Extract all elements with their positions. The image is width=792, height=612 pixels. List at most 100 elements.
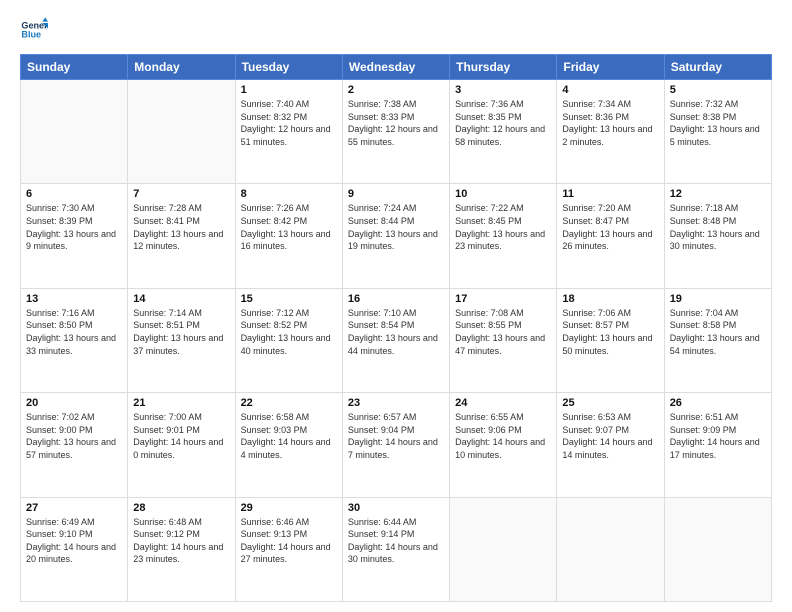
calendar-cell: 29 Sunrise: 6:46 AMSunset: 9:13 PMDayligh…: [235, 497, 342, 601]
svg-text:Blue: Blue: [21, 30, 41, 40]
day-info: Sunrise: 7:34 AMSunset: 8:36 PMDaylight:…: [562, 98, 658, 148]
day-info: Sunrise: 7:16 AMSunset: 8:50 PMDaylight:…: [26, 307, 122, 357]
calendar-cell: [450, 497, 557, 601]
day-info: Sunrise: 6:51 AMSunset: 9:09 PMDaylight:…: [670, 411, 766, 461]
day-info: Sunrise: 7:14 AMSunset: 8:51 PMDaylight:…: [133, 307, 229, 357]
calendar-cell: 30Sunrise: 6:44 AMSunset: 9:14 PMDayligh…: [342, 497, 449, 601]
day-info: Sunrise: 6:57 AMSunset: 9:04 PMDaylight:…: [348, 411, 444, 461]
calendar-cell: 3Sunrise: 7:36 AMSunset: 8:35 PMDaylight…: [450, 80, 557, 184]
week-row-1: 1Sunrise: 7:40 AMSunset: 8:32 PMDaylight…: [21, 80, 772, 184]
day-info: Sunrise: 7:12 AMSunset: 8:52 PMDaylight:…: [241, 307, 337, 357]
weekday-friday: Friday: [557, 55, 664, 80]
calendar-cell: 27 Sunrise: 6:49 AMSunset: 9:10 PMDayligh…: [21, 497, 128, 601]
calendar-cell: 24Sunrise: 6:55 AMSunset: 9:06 PMDayligh…: [450, 393, 557, 497]
calendar-cell: 21 Sunrise: 7:00 AMSunset: 9:01 PMDayligh…: [128, 393, 235, 497]
day-info: Sunrise: 7:10 AMSunset: 8:54 PMDaylight:…: [348, 307, 444, 357]
day-number: 7: [133, 188, 229, 200]
day-number: 24: [455, 397, 551, 409]
day-info: Sunrise: 6:58 AMSunset: 9:03 PMDaylight:…: [241, 411, 337, 461]
day-info: Sunrise: 6:48 AMSunset: 9:12 PMDaylight:…: [133, 516, 229, 566]
day-number: 16: [348, 293, 444, 305]
calendar-cell: [664, 497, 771, 601]
calendar-cell: 23 Sunrise: 6:57 AMSunset: 9:04 PMDayligh…: [342, 393, 449, 497]
day-number: 20: [26, 397, 122, 409]
week-row-3: 13Sunrise: 7:16 AMSunset: 8:50 PMDayligh…: [21, 288, 772, 392]
day-number: 21: [133, 397, 229, 409]
calendar-cell: 14 Sunrise: 7:14 AMSunset: 8:51 PMDayligh…: [128, 288, 235, 392]
logo-icon: General Blue: [20, 16, 48, 44]
calendar-cell: 22 Sunrise: 6:58 AMSunset: 9:03 PMDayligh…: [235, 393, 342, 497]
day-number: 25: [562, 397, 658, 409]
calendar-cell: 15 Sunrise: 7:12 AMSunset: 8:52 PMDayligh…: [235, 288, 342, 392]
calendar-cell: 8Sunrise: 7:26 AMSunset: 8:42 PMDaylight…: [235, 184, 342, 288]
day-info: Sunrise: 7:20 AMSunset: 8:47 PMDaylight:…: [562, 202, 658, 252]
day-number: 27: [26, 502, 122, 514]
day-number: 23: [348, 397, 444, 409]
day-number: 1: [241, 84, 337, 96]
day-info: Sunrise: 7:06 AMSunset: 8:57 PMDaylight:…: [562, 307, 658, 357]
day-number: 9: [348, 188, 444, 200]
calendar-cell: 11 Sunrise: 7:20 AMSunset: 8:47 PMDayligh…: [557, 184, 664, 288]
day-number: 12: [670, 188, 766, 200]
calendar-cell: 13Sunrise: 7:16 AMSunset: 8:50 PMDayligh…: [21, 288, 128, 392]
calendar-cell: [557, 497, 664, 601]
weekday-sunday: Sunday: [21, 55, 128, 80]
calendar-cell: [128, 80, 235, 184]
calendar-cell: 12 Sunrise: 7:18 AMSunset: 8:48 PMDayligh…: [664, 184, 771, 288]
calendar-cell: 16 Sunrise: 7:10 AMSunset: 8:54 PMDayligh…: [342, 288, 449, 392]
calendar-cell: 4 Sunrise: 7:34 AMSunset: 8:36 PMDaylight…: [557, 80, 664, 184]
day-info: Sunrise: 6:49 AMSunset: 9:10 PMDaylight:…: [26, 516, 122, 566]
day-number: 3: [455, 84, 551, 96]
weekday-wednesday: Wednesday: [342, 55, 449, 80]
calendar-cell: 28 Sunrise: 6:48 AMSunset: 9:12 PMDayligh…: [128, 497, 235, 601]
calendar-cell: 20 Sunrise: 7:02 AMSunset: 9:00 PMDayligh…: [21, 393, 128, 497]
calendar-cell: 18Sunrise: 7:06 AMSunset: 8:57 PMDayligh…: [557, 288, 664, 392]
week-row-4: 20 Sunrise: 7:02 AMSunset: 9:00 PMDayligh…: [21, 393, 772, 497]
calendar-cell: 5Sunrise: 7:32 AMSunset: 8:38 PMDaylight…: [664, 80, 771, 184]
week-row-5: 27 Sunrise: 6:49 AMSunset: 9:10 PMDayligh…: [21, 497, 772, 601]
calendar-cell: 10 Sunrise: 7:22 AMSunset: 8:45 PMDayligh…: [450, 184, 557, 288]
day-number: 11: [562, 188, 658, 200]
calendar-cell: 7 Sunrise: 7:28 AMSunset: 8:41 PMDaylight…: [128, 184, 235, 288]
calendar-cell: 25Sunrise: 6:53 AMSunset: 9:07 PMDayligh…: [557, 393, 664, 497]
day-number: 4: [562, 84, 658, 96]
day-info: Sunrise: 7:02 AMSunset: 9:00 PMDaylight:…: [26, 411, 122, 461]
day-info: Sunrise: 7:04 AMSunset: 8:58 PMDaylight:…: [670, 307, 766, 357]
day-number: 28: [133, 502, 229, 514]
weekday-tuesday: Tuesday: [235, 55, 342, 80]
day-info: Sunrise: 6:46 AMSunset: 9:13 PMDaylight:…: [241, 516, 337, 566]
day-info: Sunrise: 7:30 AMSunset: 8:39 PMDaylight:…: [26, 202, 122, 252]
day-info: Sunrise: 7:22 AMSunset: 8:45 PMDaylight:…: [455, 202, 551, 252]
calendar-cell: 19 Sunrise: 7:04 AMSunset: 8:58 PMDayligh…: [664, 288, 771, 392]
calendar-cell: 1Sunrise: 7:40 AMSunset: 8:32 PMDaylight…: [235, 80, 342, 184]
day-number: 15: [241, 293, 337, 305]
day-number: 2: [348, 84, 444, 96]
day-info: Sunrise: 7:18 AMSunset: 8:48 PMDaylight:…: [670, 202, 766, 252]
day-number: 6: [26, 188, 122, 200]
day-info: Sunrise: 7:08 AMSunset: 8:55 PMDaylight:…: [455, 307, 551, 357]
calendar-cell: 9 Sunrise: 7:24 AMSunset: 8:44 PMDaylight…: [342, 184, 449, 288]
day-number: 19: [670, 293, 766, 305]
day-number: 17: [455, 293, 551, 305]
day-info: Sunrise: 7:28 AMSunset: 8:41 PMDaylight:…: [133, 202, 229, 252]
weekday-header-row: SundayMondayTuesdayWednesdayThursdayFrid…: [21, 55, 772, 80]
day-info: Sunrise: 6:44 AMSunset: 9:14 PMDaylight:…: [348, 516, 444, 566]
calendar-cell: 6 Sunrise: 7:30 AMSunset: 8:39 PMDaylight…: [21, 184, 128, 288]
day-number: 26: [670, 397, 766, 409]
day-info: Sunrise: 7:26 AMSunset: 8:42 PMDaylight:…: [241, 202, 337, 252]
day-number: 10: [455, 188, 551, 200]
day-number: 29: [241, 502, 337, 514]
day-info: Sunrise: 7:38 AMSunset: 8:33 PMDaylight:…: [348, 98, 444, 148]
page-header: General Blue: [20, 16, 772, 44]
weekday-monday: Monday: [128, 55, 235, 80]
day-info: Sunrise: 7:00 AMSunset: 9:01 PMDaylight:…: [133, 411, 229, 461]
day-number: 22: [241, 397, 337, 409]
weekday-thursday: Thursday: [450, 55, 557, 80]
weekday-saturday: Saturday: [664, 55, 771, 80]
logo: General Blue: [20, 16, 52, 44]
day-number: 14: [133, 293, 229, 305]
calendar-table: SundayMondayTuesdayWednesdayThursdayFrid…: [20, 54, 772, 602]
calendar-cell: 17 Sunrise: 7:08 AMSunset: 8:55 PMDayligh…: [450, 288, 557, 392]
day-number: 5: [670, 84, 766, 96]
day-info: Sunrise: 7:24 AMSunset: 8:44 PMDaylight:…: [348, 202, 444, 252]
